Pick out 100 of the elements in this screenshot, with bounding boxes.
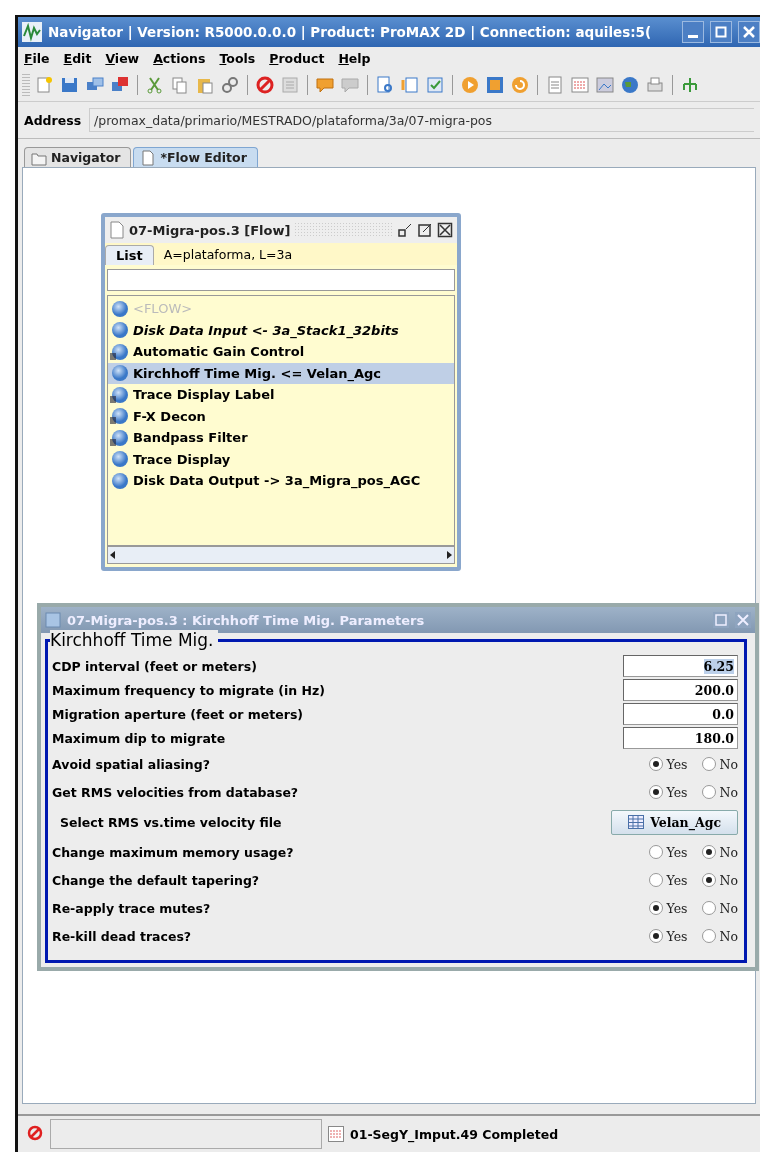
- radio-option[interactable]: No: [701, 844, 738, 860]
- radio-option[interactable]: Yes: [648, 784, 688, 800]
- checklist-icon[interactable]: [425, 75, 445, 95]
- horizontal-scrollbar[interactable]: [107, 546, 455, 564]
- radio-option[interactable]: No: [701, 872, 738, 888]
- parameter-label: CDP interval (feet or meters): [52, 658, 257, 674]
- speech-bubble-icon[interactable]: [340, 75, 360, 95]
- document-search-icon[interactable]: [375, 75, 395, 95]
- radio-button[interactable]: [701, 845, 716, 859]
- play-icon[interactable]: [460, 75, 480, 95]
- address-label: Address: [24, 112, 82, 128]
- flow-item[interactable]: Disk Data Input <- 3a_Stack1_32bits: [108, 319, 454, 341]
- link-icon[interactable]: [220, 75, 240, 95]
- flow-item[interactable]: F-X Decon: [108, 405, 454, 427]
- menu-item[interactable]: Tools: [219, 50, 256, 66]
- flow-item[interactable]: Bandpass Filter: [108, 427, 454, 449]
- parameters-window-title: 07-Migra-pos.3 : Kirchhoff Time Mig. Parameters: [67, 612, 426, 628]
- radio-button[interactable]: [701, 901, 716, 915]
- spreadsheet-icon: [328, 1126, 344, 1142]
- flow-item[interactable]: Kirchhoff Time Mig. <= Velan_Agc: [108, 362, 454, 384]
- radio-button[interactable]: [701, 929, 716, 943]
- radio-option[interactable]: No: [701, 784, 738, 800]
- radio-option[interactable]: Yes: [648, 900, 688, 916]
- refresh-icon[interactable]: [510, 75, 530, 95]
- group-title: Kirchhoff Time Mig.: [50, 630, 218, 650]
- radio-button[interactable]: [648, 845, 663, 859]
- radio-button[interactable]: [648, 785, 663, 799]
- play-window-icon[interactable]: [485, 75, 505, 95]
- menu-item[interactable]: Help: [338, 50, 371, 66]
- document-icon[interactable]: [400, 75, 420, 95]
- number-field[interactable]: 6.25: [623, 655, 738, 677]
- menu-item[interactable]: View: [105, 50, 140, 66]
- filter-field[interactable]: [107, 269, 455, 291]
- new-document-icon[interactable]: [35, 75, 55, 95]
- radio-option[interactable]: Yes: [648, 756, 688, 772]
- parameter-label: Change maximum memory usage?: [52, 844, 294, 860]
- menu-item[interactable]: Product: [269, 50, 325, 66]
- speech-bubble-icon[interactable]: [315, 75, 335, 95]
- radio-button[interactable]: [701, 757, 716, 771]
- parameter-label: Get RMS velocities from database?: [52, 784, 299, 800]
- cut-icon[interactable]: [145, 75, 165, 95]
- tree-icon[interactable]: [680, 75, 700, 95]
- radio-button[interactable]: [648, 929, 663, 943]
- scroll-right-icon[interactable]: [444, 549, 454, 561]
- text-document-icon[interactable]: [545, 75, 565, 95]
- save-icon[interactable]: [60, 75, 80, 95]
- no-entry-icon[interactable]: [255, 75, 275, 95]
- minimize-icon: [688, 34, 698, 38]
- radio-option[interactable]: Yes: [648, 872, 688, 888]
- table-icon: [628, 815, 645, 829]
- radio-option[interactable]: Yes: [648, 844, 688, 860]
- parameter-label: Avoid spatial aliasing?: [52, 756, 210, 772]
- tab[interactable]: *Flow Editor: [133, 147, 258, 167]
- flow-item[interactable]: Trace Display: [108, 448, 454, 470]
- number-field[interactable]: 200.0: [623, 679, 738, 701]
- minimize-icon[interactable]: [397, 222, 413, 238]
- address-field[interactable]: /promax_data/primario/MESTRADO/plataforma/3a/07-migra-pos: [89, 108, 754, 132]
- radio-option[interactable]: No: [701, 756, 738, 772]
- maximize-icon[interactable]: [417, 222, 433, 238]
- radio-option[interactable]: Yes: [648, 928, 688, 944]
- parameter-label: Re-apply trace mutes?: [52, 900, 211, 916]
- minimize-button[interactable]: [682, 21, 704, 43]
- menu-item[interactable]: Edit: [63, 50, 92, 66]
- globe-icon[interactable]: [620, 75, 640, 95]
- copy-icon[interactable]: [170, 75, 190, 95]
- parameter-label: Select RMS vs.time velocity file: [59, 814, 282, 830]
- list-tab[interactable]: List: [105, 245, 154, 265]
- flow-item[interactable]: Automatic Gain Control: [108, 341, 454, 363]
- status-message: 01-SegY_Imput.49 Completed: [350, 1126, 559, 1142]
- parameter-label: Migration aperture (feet or meters): [52, 706, 304, 722]
- close-button[interactable]: [738, 21, 760, 43]
- parameter-label: Maximum frequency to migrate (in Hz): [52, 682, 325, 698]
- radio-option[interactable]: No: [701, 928, 738, 944]
- printer-icon[interactable]: [645, 75, 665, 95]
- radio-button[interactable]: [648, 901, 663, 915]
- parameter-label: Re-kill dead traces?: [52, 928, 192, 944]
- maximize-button[interactable]: [710, 21, 732, 43]
- flow-item[interactable]: Disk Data Output -> 3a_Migra_pos_AGC: [108, 470, 454, 492]
- close-icon[interactable]: [437, 222, 453, 238]
- maximize-icon: [715, 26, 727, 38]
- area-line-label: A=plataforma, L=3a: [163, 246, 293, 262]
- radio-button[interactable]: [648, 757, 663, 771]
- number-field[interactable]: 180.0: [623, 727, 738, 749]
- radio-button[interactable]: [648, 873, 663, 887]
- flow-item[interactable]: Trace Display Label: [108, 384, 454, 406]
- scroll-left-icon[interactable]: [108, 549, 118, 561]
- document-icon: [109, 221, 125, 239]
- radio-option[interactable]: No: [701, 900, 738, 916]
- menu-item[interactable]: Actions: [153, 50, 206, 66]
- tab[interactable]: Navigator: [24, 147, 132, 167]
- close-icon: [743, 26, 755, 38]
- spreadsheet-icon[interactable]: [570, 75, 590, 95]
- parameter-label: Change the default tapering?: [52, 872, 260, 888]
- number-field[interactable]: 0.0: [623, 703, 738, 725]
- radio-button[interactable]: [701, 873, 716, 887]
- file-button[interactable]: Velan_Agc: [611, 809, 738, 835]
- window-title: Navigator | Version: R5000.0.0.0 | Product: ProMAX 2D | Connection: aquiles:5(: [48, 24, 653, 40]
- image-icon[interactable]: [595, 75, 615, 95]
- radio-button[interactable]: [701, 785, 716, 799]
- menu-item[interactable]: File: [24, 50, 50, 66]
